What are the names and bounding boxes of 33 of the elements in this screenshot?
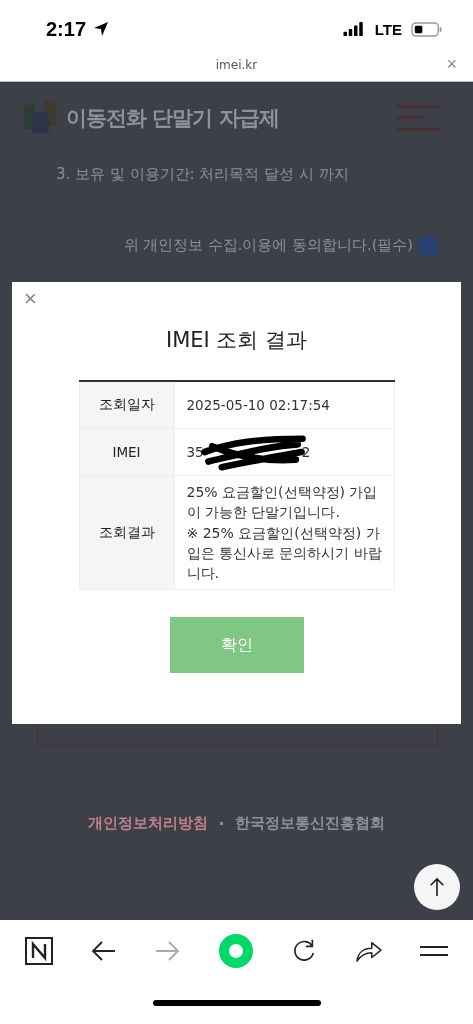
imei-prefix: 35 <box>186 444 204 460</box>
retention-text: 3. 보유 및 이용기간: 처리목적 달성 시 까지 <box>0 155 437 212</box>
url-text[interactable]: imei.kr <box>215 58 258 72</box>
scroll-top-button[interactable] <box>414 864 460 910</box>
location-arrow-icon <box>93 21 110 37</box>
logo-icon <box>24 101 58 135</box>
row-label: IMEI <box>79 428 174 476</box>
refresh-icon[interactable] <box>291 938 317 964</box>
imei-suffix: 2 <box>301 444 311 460</box>
signal-icon <box>341 22 366 36</box>
menu-icon[interactable] <box>420 945 448 957</box>
footer-link[interactable]: 한국정보통신진흥협회 <box>234 813 385 833</box>
result-text: 25% 요금할인(선택약정) 가입이 가능한 단말기입니다. <box>186 483 379 523</box>
consent-checkbox[interactable] <box>419 236 437 255</box>
share-icon[interactable] <box>354 939 383 963</box>
up-arrow-icon <box>428 876 446 898</box>
result-text: ※ 25% 요금할인(선택약정) 가입은 통신사로 문의하시기 바랍니다. <box>186 523 383 584</box>
separator-dot: · <box>218 813 225 833</box>
site-title[interactable]: 이동전화 단말기 자급제 <box>66 104 279 132</box>
footer-link[interactable]: 개인정보처리방침 <box>88 813 209 833</box>
consent-label: 위 개인정보 수집.이용에 동의합니다.(필수) <box>123 236 413 255</box>
row-label: 조회일자 <box>79 381 174 429</box>
status-time: 2:17 <box>46 17 87 41</box>
dialog-title: IMEI 조회 결과 <box>165 327 308 354</box>
confirm-button[interactable]: 확인 <box>169 617 304 674</box>
close-button[interactable]: × <box>446 54 457 75</box>
network-label: LTE <box>374 20 402 38</box>
back-icon[interactable] <box>90 940 117 962</box>
close-button[interactable]: × <box>24 288 37 310</box>
n-logo-icon[interactable] <box>25 937 53 965</box>
table-cell: 2025-05-10 02:17:54 <box>174 381 394 429</box>
row-label: 조회결과 <box>79 475 174 590</box>
battery-icon <box>411 21 443 37</box>
